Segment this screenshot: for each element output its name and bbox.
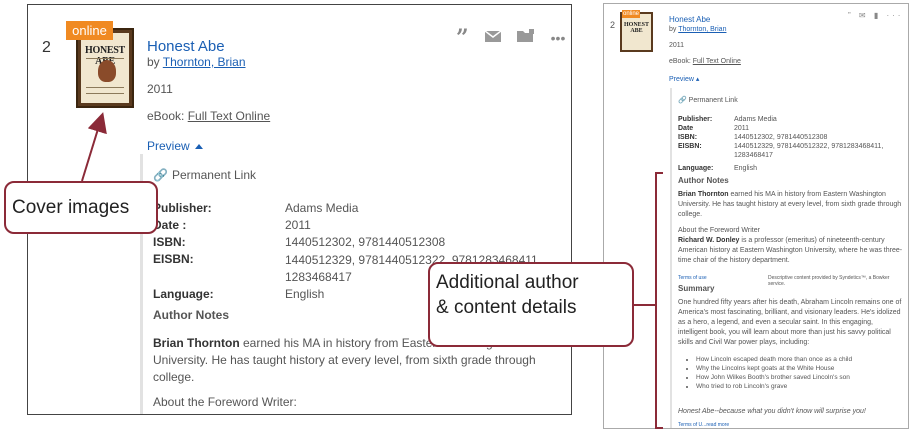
list-item: How Lincoln escaped death more than once… xyxy=(696,355,852,364)
record-actions[interactable]: ” ✉ ▮ ··· xyxy=(848,11,903,20)
permanent-link[interactable]: 🔗 Permanent Link xyxy=(153,168,256,182)
meta-date: Date :2011 xyxy=(153,218,311,232)
author-link[interactable]: Thornton, Brian xyxy=(678,26,726,33)
summary-text: One hundred fifty years after his death,… xyxy=(678,299,902,346)
author-link[interactable]: Thornton, Brian xyxy=(163,55,246,69)
foreword-heading: About the Foreword Writer: xyxy=(153,395,297,409)
full-text-link[interactable]: Full Text Online xyxy=(693,58,741,65)
meta-publisher: Publisher: Adams Media xyxy=(153,201,359,215)
cover-title: HONEST ABE xyxy=(623,22,649,34)
more-options-icon[interactable]: ••• xyxy=(551,30,566,46)
availability: eBook: Full Text Online xyxy=(669,58,741,65)
summary-heading: Summary xyxy=(678,284,715,293)
list-item: How John Wilkes Booth's brother saved Li… xyxy=(696,373,852,382)
author-bio: Brian Thornton earned his MA in history … xyxy=(678,191,902,218)
record-number: 2 xyxy=(610,20,616,30)
record-actions: ” ••• xyxy=(456,25,565,51)
byline: by Thornton, Brian xyxy=(147,55,246,69)
details-bracket xyxy=(655,172,663,429)
link-icon: 🔗 xyxy=(153,168,168,182)
link-icon: 🔗 xyxy=(678,97,687,104)
full-text-link[interactable]: Full Text Online xyxy=(188,109,270,123)
cover-image[interactable]: HONEST ABE xyxy=(76,28,134,108)
online-badge: online xyxy=(66,21,113,40)
caret-up-icon xyxy=(194,144,203,150)
byline: by Thornton, Brian xyxy=(669,26,727,33)
preview-toggle[interactable]: Preview ▴ xyxy=(669,75,699,83)
foreword-bio: Richard W. Donley is a professor (emerit… xyxy=(678,237,903,264)
author-notes-heading: Author Notes xyxy=(153,308,229,322)
email-icon[interactable] xyxy=(484,29,502,47)
cite-icon[interactable]: ” xyxy=(456,25,469,51)
meta-isbn: ISBN: 1440512302, 9781440512308 xyxy=(153,235,446,249)
publication-year: 2011 xyxy=(147,82,173,96)
list-item: Why the Lincolns kept goats at the White… xyxy=(696,364,852,373)
record-title[interactable]: Honest Abe xyxy=(669,15,710,24)
online-badge: online xyxy=(622,10,640,18)
summary-closing: Honest Abe--because what you didn't know… xyxy=(678,408,866,415)
list-item: Who tried to rob Lincoln's grave xyxy=(696,382,852,391)
foreword-heading: About the Foreword Writer xyxy=(678,227,760,234)
full-record-screenshot: 2 HONEST ABE online Honest Abe by Thornt… xyxy=(603,3,909,429)
callout-cover-images: Cover images xyxy=(4,181,158,234)
meta-language: Language: English xyxy=(153,287,325,301)
callout-additional-details: Additional author & content details xyxy=(428,262,634,347)
author-notes-heading: Author Notes xyxy=(678,176,729,185)
record-title[interactable]: Honest Abe xyxy=(147,38,225,55)
terms-of-use-link[interactable]: Terms of use xyxy=(678,275,707,281)
preview-toggle[interactable]: Preview xyxy=(147,139,203,153)
availability: eBook: Full Text Online xyxy=(147,109,271,123)
syndetics-credit: Descriptive content provided by Syndetic… xyxy=(768,275,890,287)
cover-image[interactable]: HONEST ABE xyxy=(620,12,653,52)
save-folder-icon[interactable] xyxy=(516,29,535,47)
summary-bullets: How Lincoln escaped death more than once… xyxy=(696,355,852,391)
permanent-link[interactable]: 🔗 Permanent Link xyxy=(678,96,904,106)
publication-year: 2011 xyxy=(669,42,685,49)
portrait-icon xyxy=(98,60,116,82)
read-more-link[interactable]: Terms of U...read more xyxy=(678,422,729,428)
record-number: 2 xyxy=(42,39,51,56)
caret-up-icon: ▴ xyxy=(695,76,700,83)
